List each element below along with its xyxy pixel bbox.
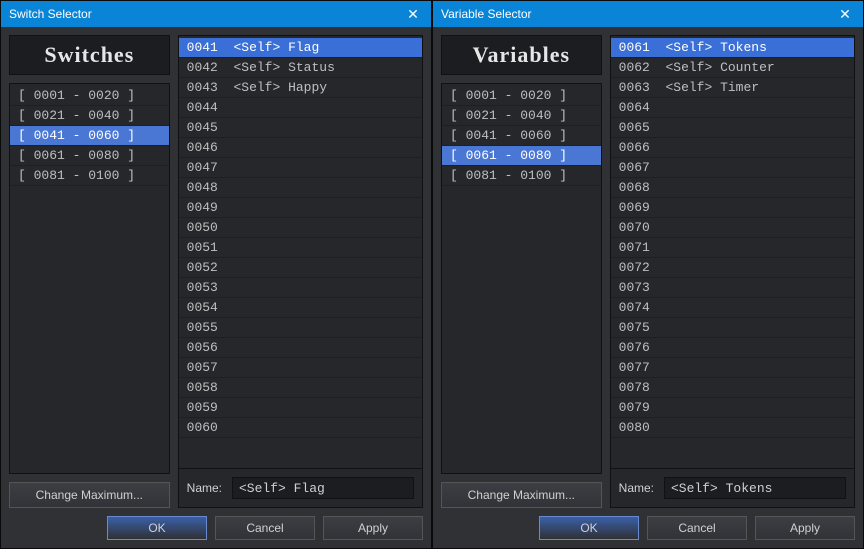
list-item[interactable]: 0078 [611,378,854,398]
list-item[interactable]: 0080 [611,418,854,438]
cancel-button[interactable]: Cancel [215,516,315,540]
range-item[interactable]: [ 0081 - 0100 ] [442,166,601,186]
variable-name-input[interactable] [664,477,846,499]
list-item[interactable]: 0057 [179,358,422,378]
switch-item-list[interactable]: 0041 <Self> Flag0042 <Self> Status0043 <… [179,36,422,468]
switch-selector-window: Switch Selector ✕ Switches [ 0001 - 0020… [0,0,432,549]
switches-heading-box: Switches [9,35,170,75]
list-item[interactable]: 0046 [179,138,422,158]
switch-range-list[interactable]: [ 0001 - 0020 ][ 0021 - 0040 ][ 0041 - 0… [9,83,170,474]
apply-button[interactable]: Apply [323,516,423,540]
list-item[interactable]: 0063 <Self> Timer [611,78,854,98]
variable-item-list[interactable]: 0061 <Self> Tokens0062 <Self> Counter006… [611,36,854,468]
variable-button-row: OK Cancel Apply [441,516,855,540]
list-item[interactable]: 0041 <Self> Flag [179,38,422,58]
list-item[interactable]: 0051 [179,238,422,258]
list-item[interactable]: 0071 [611,238,854,258]
ok-button[interactable]: OK [107,516,207,540]
list-item[interactable]: 0072 [611,258,854,278]
range-item[interactable]: [ 0061 - 0080 ] [442,146,601,166]
list-item[interactable]: 0077 [611,358,854,378]
range-item[interactable]: [ 0001 - 0020 ] [10,86,169,106]
range-item[interactable]: [ 0021 - 0040 ] [442,106,601,126]
list-item[interactable]: 0048 [179,178,422,198]
list-item[interactable]: 0079 [611,398,854,418]
range-item[interactable]: [ 0061 - 0080 ] [10,146,169,166]
list-item[interactable]: 0067 [611,158,854,178]
variable-titlebar[interactable]: Variable Selector ✕ [433,1,863,27]
list-item[interactable]: 0056 [179,338,422,358]
switch-button-row: OK Cancel Apply [9,516,423,540]
list-item[interactable]: 0073 [611,278,854,298]
range-item[interactable]: [ 0041 - 0060 ] [442,126,601,146]
name-label: Name: [619,481,654,495]
window-title: Switch Selector [9,7,92,21]
list-item[interactable]: 0044 [179,98,422,118]
variable-range-list[interactable]: [ 0001 - 0020 ][ 0021 - 0040 ][ 0041 - 0… [441,83,602,474]
list-item[interactable]: 0052 [179,258,422,278]
close-icon[interactable]: ✕ [835,6,855,23]
variable-body: Variables [ 0001 - 0020 ][ 0021 - 0040 ]… [433,27,863,548]
list-item[interactable]: 0045 [179,118,422,138]
variable-name-row: Name: [611,468,854,507]
list-item[interactable]: 0060 [179,418,422,438]
variable-selector-window: Variable Selector ✕ Variables [ 0001 - 0… [432,0,864,549]
switch-body: Switches [ 0001 - 0020 ][ 0021 - 0040 ][… [1,27,431,548]
list-item[interactable]: 0069 [611,198,854,218]
switches-heading: Switches [10,42,169,68]
range-item[interactable]: [ 0041 - 0060 ] [10,126,169,146]
switch-name-row: Name: [179,468,422,507]
list-item[interactable]: 0050 [179,218,422,238]
list-item[interactable]: 0054 [179,298,422,318]
list-item[interactable]: 0076 [611,338,854,358]
range-item[interactable]: [ 0021 - 0040 ] [10,106,169,126]
list-item[interactable]: 0059 [179,398,422,418]
switch-titlebar[interactable]: Switch Selector ✕ [1,1,431,27]
list-item[interactable]: 0064 [611,98,854,118]
list-item[interactable]: 0049 [179,198,422,218]
close-icon[interactable]: ✕ [403,6,423,23]
change-maximum-button[interactable]: Change Maximum... [441,482,602,508]
list-item[interactable]: 0042 <Self> Status [179,58,422,78]
list-item[interactable]: 0053 [179,278,422,298]
list-item[interactable]: 0055 [179,318,422,338]
list-item[interactable]: 0066 [611,138,854,158]
switch-name-input[interactable] [232,477,414,499]
list-item[interactable]: 0065 [611,118,854,138]
apply-button[interactable]: Apply [755,516,855,540]
list-item[interactable]: 0047 [179,158,422,178]
name-label: Name: [187,481,222,495]
list-item[interactable]: 0062 <Self> Counter [611,58,854,78]
list-item[interactable]: 0061 <Self> Tokens [611,38,854,58]
list-item[interactable]: 0058 [179,378,422,398]
cancel-button[interactable]: Cancel [647,516,747,540]
range-item[interactable]: [ 0081 - 0100 ] [10,166,169,186]
ok-button[interactable]: OK [539,516,639,540]
list-item[interactable]: 0075 [611,318,854,338]
list-item[interactable]: 0068 [611,178,854,198]
variables-heading-box: Variables [441,35,602,75]
range-item[interactable]: [ 0001 - 0020 ] [442,86,601,106]
list-item[interactable]: 0070 [611,218,854,238]
window-title: Variable Selector [441,7,532,21]
variables-heading: Variables [442,42,601,68]
list-item[interactable]: 0043 <Self> Happy [179,78,422,98]
change-maximum-button[interactable]: Change Maximum... [9,482,170,508]
list-item[interactable]: 0074 [611,298,854,318]
